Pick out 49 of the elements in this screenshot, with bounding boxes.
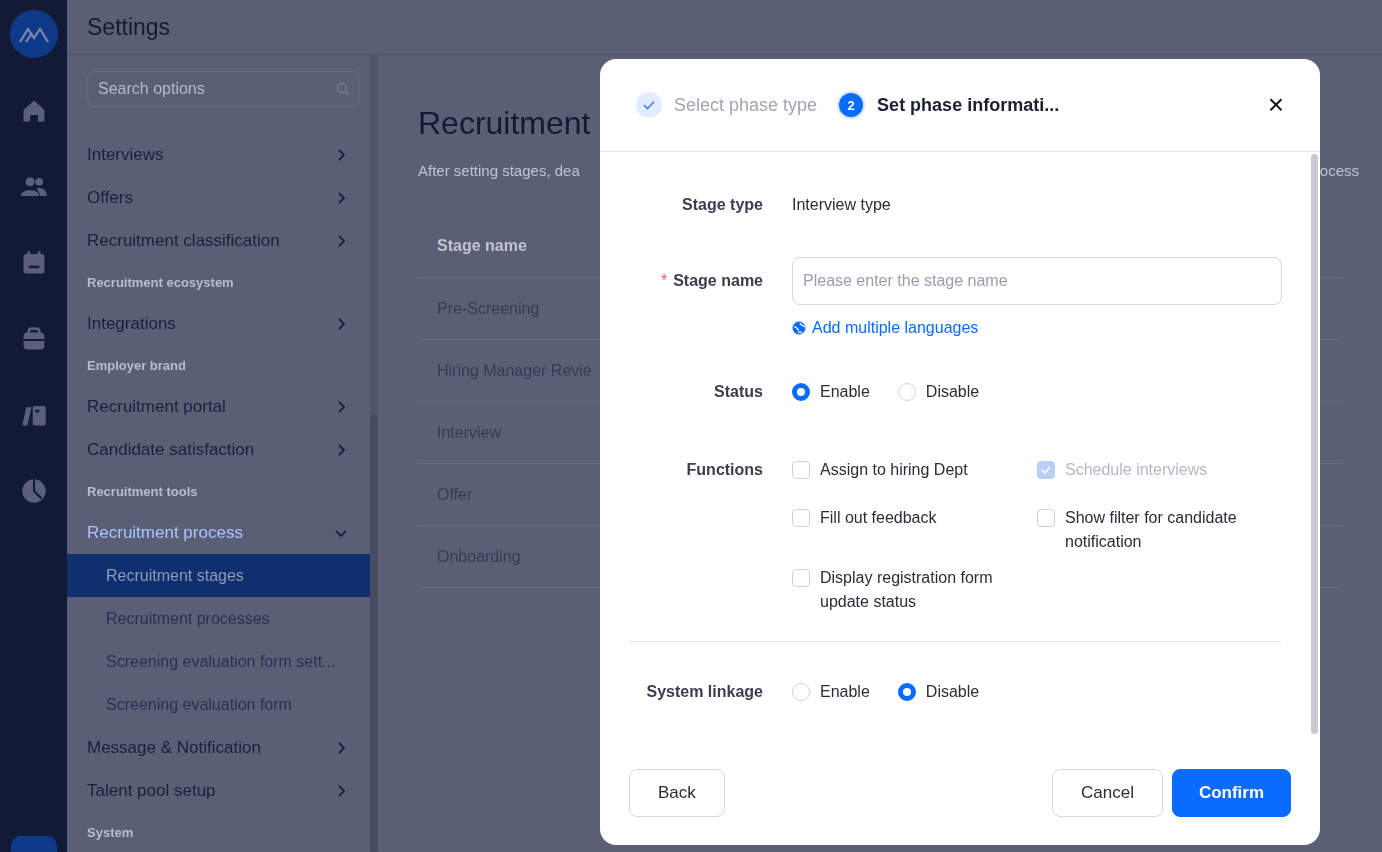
menu-group-heading: Recruitment ecosystem [86, 273, 235, 292]
checkbox[interactable] [792, 461, 810, 479]
menu-item[interactable]: Message & Notification [67, 726, 360, 769]
stage-name-field[interactable]: Please enter the stage name [792, 257, 1282, 305]
menu-item[interactable]: Recruitment process [67, 511, 360, 554]
pie-chart-icon[interactable] [20, 478, 47, 504]
scrollbar[interactable] [370, 415, 378, 852]
checkbox[interactable] [792, 569, 810, 587]
menu-item[interactable]: Recruitment portal [67, 385, 360, 428]
scrollbar[interactable] [1311, 154, 1318, 734]
page-title: Settings [87, 13, 171, 41]
menu-item[interactable]: Integrations [67, 302, 360, 345]
menu-group-heading: System [86, 823, 135, 842]
add-languages-link[interactable]: Add multiple languages [792, 318, 979, 338]
radio-option[interactable]: Enable [792, 682, 870, 702]
radio-option[interactable]: Enable [792, 382, 870, 402]
search-field[interactable]: Search options [87, 71, 360, 107]
description-text: ocess [1319, 162, 1359, 179]
radio-option[interactable]: Disable [897, 682, 980, 702]
cancel-button[interactable]: Cancel [1052, 769, 1163, 817]
globe-icon [792, 321, 806, 335]
menu-group-heading: Recruitment tools [86, 482, 199, 501]
radio-option[interactable]: Disable [897, 382, 980, 402]
checkbox[interactable] [792, 509, 810, 527]
search-icon [336, 82, 350, 96]
close-button[interactable]: × [1267, 91, 1284, 119]
back-button[interactable]: Back [629, 769, 725, 817]
section-title: Recruitment [418, 105, 591, 142]
field-label: System linkage [645, 682, 763, 702]
field-label: Stage type [681, 195, 763, 215]
radio-icon[interactable] [897, 683, 916, 701]
logo-icon[interactable] [9, 10, 58, 58]
step-label: Set phase informati... [877, 94, 1060, 116]
menu-item[interactable]: Offers [67, 176, 360, 219]
menu-group-heading: Employer brand [86, 356, 187, 375]
field-label: Status [713, 382, 763, 402]
description-text: After setting stages, dea [418, 162, 580, 179]
submenu-item[interactable]: Recruitment stages [67, 554, 370, 597]
radio-icon[interactable] [792, 383, 810, 401]
checkbox[interactable] [1037, 509, 1055, 527]
menu-item[interactable]: Candidate satisfaction [67, 428, 360, 471]
checkmark-icon [1041, 466, 1051, 474]
confirm-button[interactable]: Confirm [1172, 769, 1291, 817]
step-label: Select phase type [674, 94, 818, 116]
menu-item[interactable]: Interviews [67, 133, 360, 176]
field-value: Interview type [792, 195, 892, 215]
menu-item[interactable]: Recruitment classification [67, 219, 360, 262]
menu-item[interactable]: Talent pool setup [67, 769, 360, 812]
step-number: 2 [837, 91, 866, 119]
